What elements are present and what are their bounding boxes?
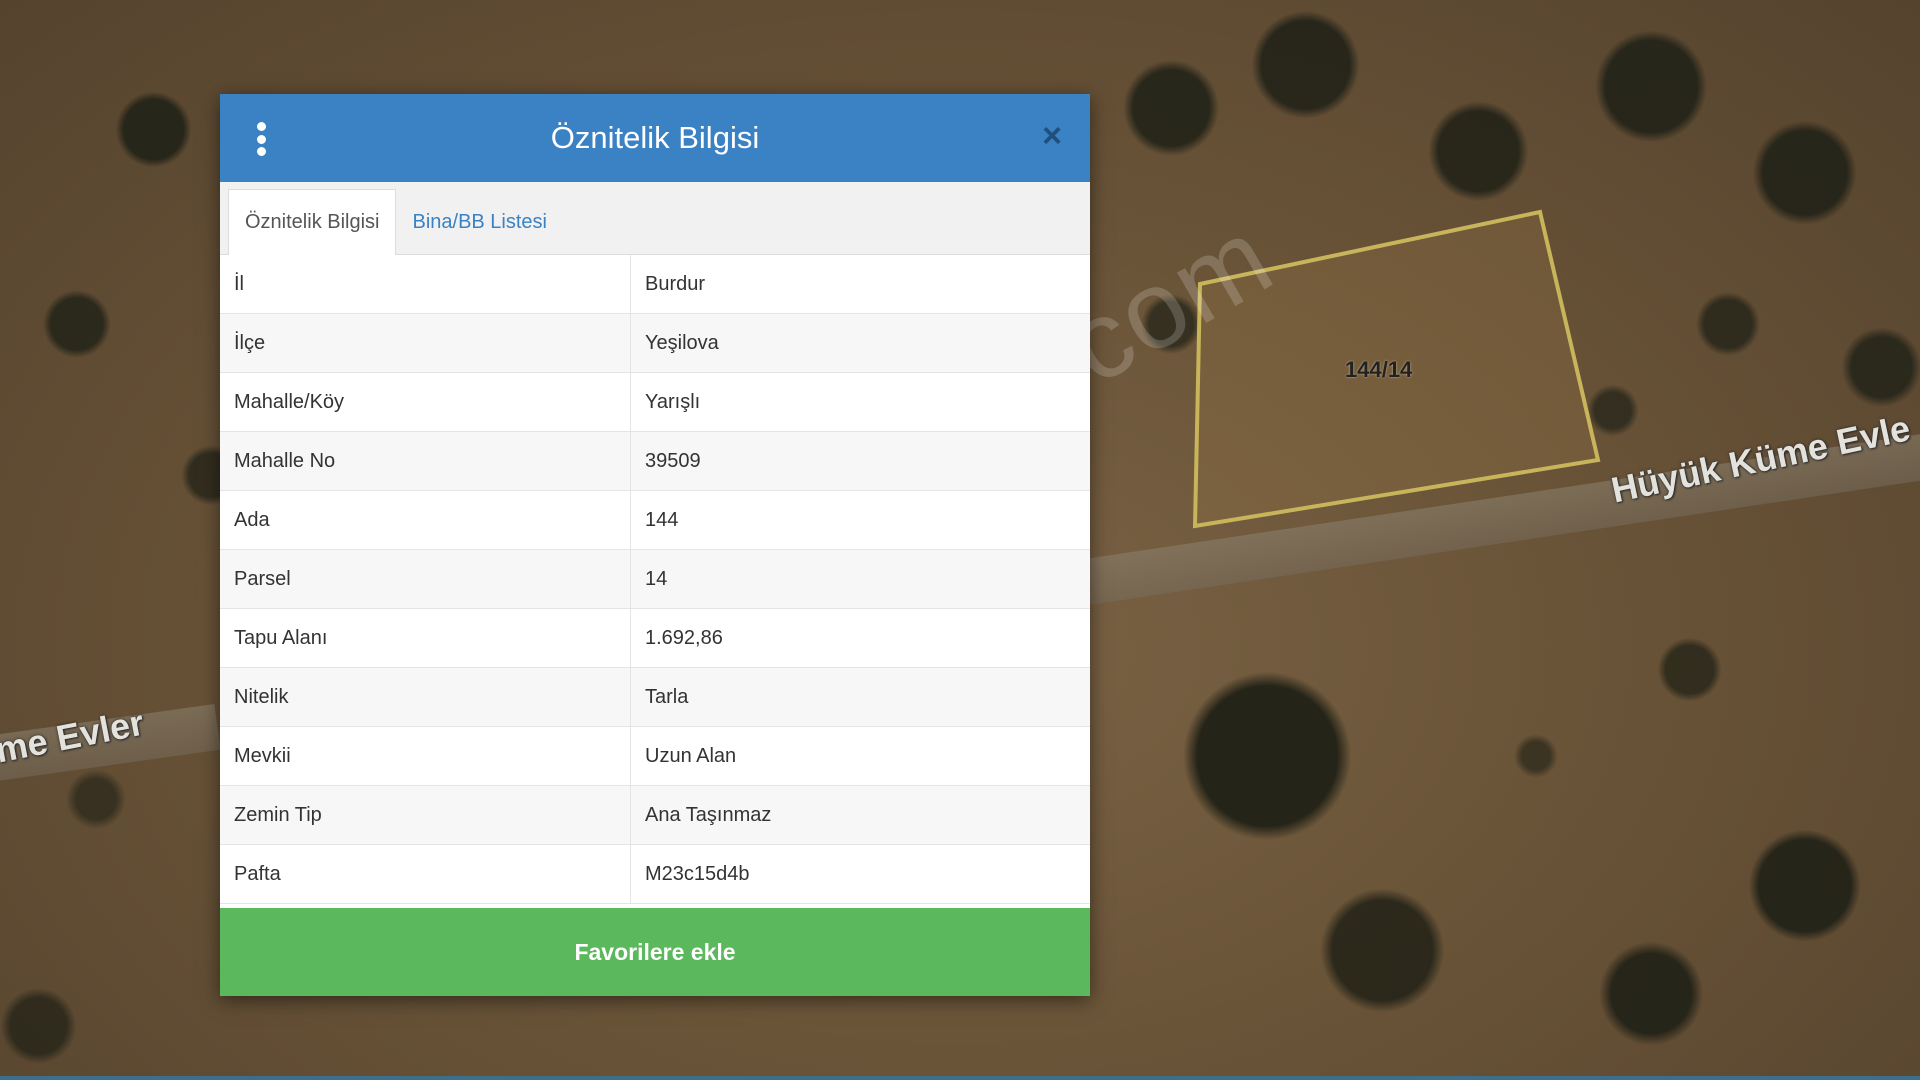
- dialog-title: Öznitelik Bilgisi: [550, 120, 760, 155]
- row-value: Ana Taşınmaz: [630, 785, 1090, 845]
- row-value: Tarla: [630, 667, 1090, 727]
- row-value: Uzun Alan: [630, 726, 1090, 786]
- table-row: Nitelik Tarla: [220, 667, 1090, 727]
- table-row: Mevkii Uzun Alan: [220, 726, 1090, 786]
- row-key: Parsel: [220, 549, 631, 609]
- row-key: Pafta: [220, 844, 631, 904]
- row-value: Burdur: [630, 255, 1090, 314]
- row-key: Zemin Tip: [220, 785, 631, 845]
- table-row: Zemin Tip Ana Taşınmaz: [220, 785, 1090, 845]
- row-key: Tapu Alanı: [220, 608, 631, 668]
- row-key: İl: [220, 255, 631, 314]
- row-key: Ada: [220, 490, 631, 550]
- dialog-header: Öznitelik Bilgisi ×: [220, 94, 1090, 182]
- tab-building-list[interactable]: Bina/BB Listesi: [396, 190, 563, 254]
- vertical-dots-icon[interactable]: [252, 122, 270, 156]
- row-key: Nitelik: [220, 667, 631, 727]
- row-value: 39509: [630, 431, 1090, 491]
- table-row: Mahalle/Köy Yarışlı: [220, 372, 1090, 432]
- table-row: İlçe Yeşilova: [220, 313, 1090, 373]
- row-key: Mevkii: [220, 726, 631, 786]
- table-row: Pafta M23c15d4b: [220, 844, 1090, 904]
- table-row: Parsel 14: [220, 549, 1090, 609]
- table-row: Ada 144: [220, 490, 1090, 550]
- row-value: Yeşilova: [630, 313, 1090, 373]
- tab-bar: Öznitelik Bilgisi Bina/BB Listesi: [220, 182, 1090, 255]
- table-row: Tapu Alanı 1.692,86: [220, 608, 1090, 668]
- row-key: İlçe: [220, 313, 631, 373]
- row-key: Mahalle/Köy: [220, 372, 631, 432]
- row-value: 14: [630, 549, 1090, 609]
- attribute-dialog: Öznitelik Bilgisi × Öznitelik Bilgisi Bi…: [220, 94, 1090, 996]
- attribute-table: İl Burdur İlçe Yeşilova Mahalle/Köy Yarı…: [220, 255, 1090, 904]
- parcel-label: 144/14: [1345, 357, 1413, 382]
- close-icon[interactable]: ×: [1036, 119, 1068, 153]
- bottom-bar: [0, 1076, 1920, 1080]
- table-row: Mahalle No 39509: [220, 431, 1090, 491]
- row-value: 144: [630, 490, 1090, 550]
- tab-attribute-info[interactable]: Öznitelik Bilgisi: [228, 189, 397, 255]
- row-value: Yarışlı: [630, 372, 1090, 432]
- row-key: Mahalle No: [220, 431, 631, 491]
- add-favorite-button[interactable]: Favorilere ekle: [220, 908, 1090, 996]
- table-row: İl Burdur: [220, 255, 1090, 314]
- row-value: M23c15d4b: [630, 844, 1090, 904]
- row-value: 1.692,86: [630, 608, 1090, 668]
